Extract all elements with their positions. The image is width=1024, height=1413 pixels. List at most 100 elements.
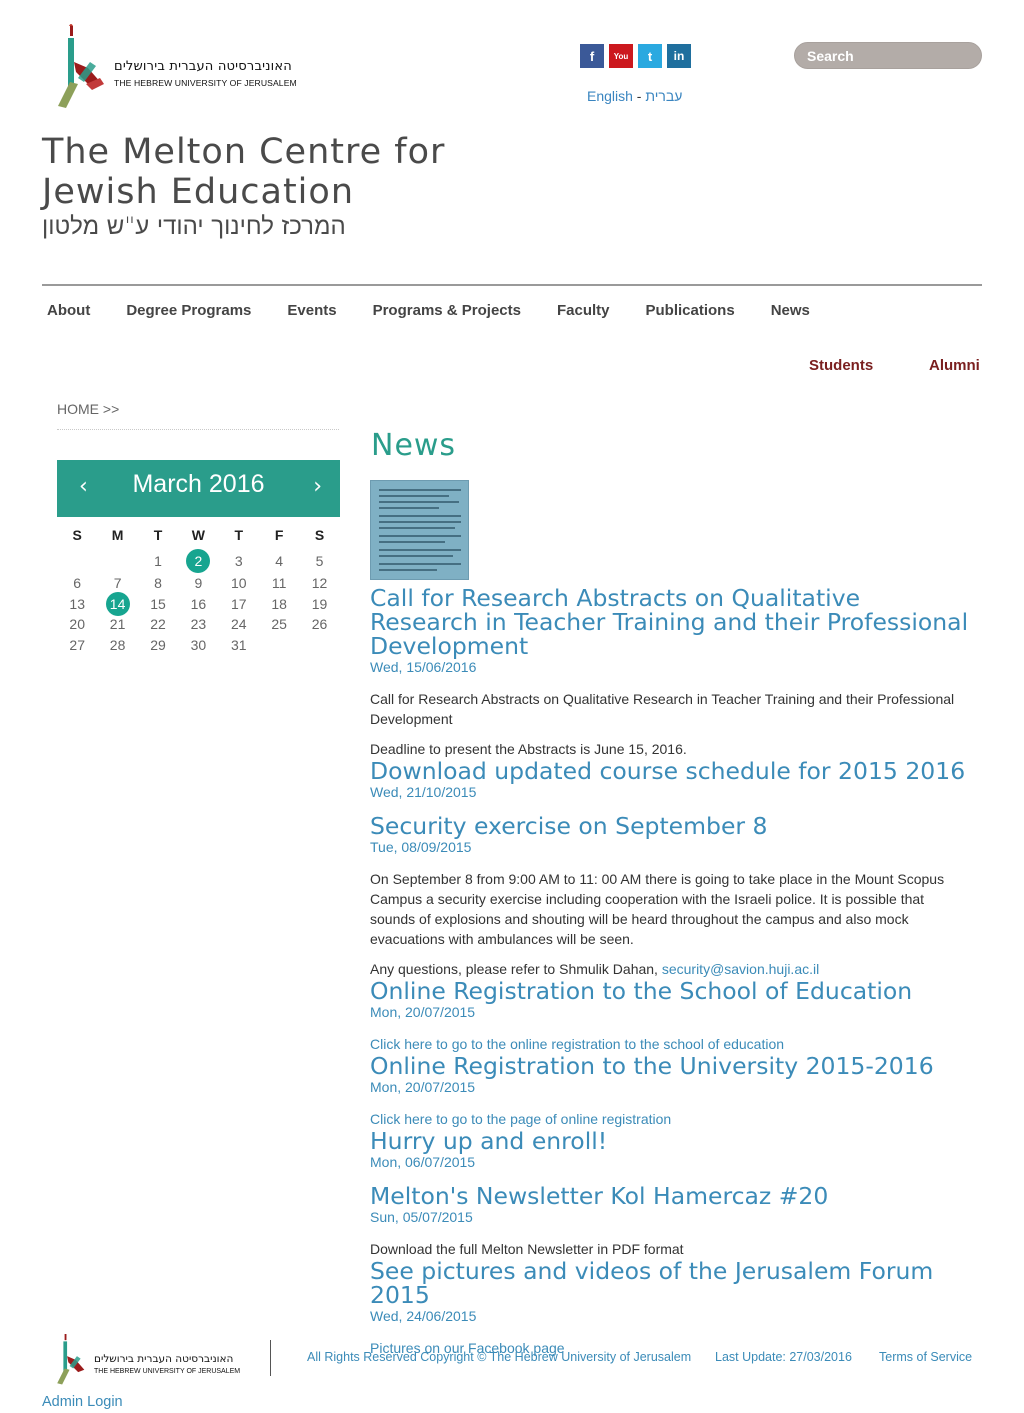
news-item-title[interactable]: Online Registration to the University 20… [370,1054,970,1078]
site-title[interactable]: The Melton Centre for Jewish Education [42,132,445,212]
calendar-day[interactable]: 15 [138,596,178,612]
calendar-day[interactable]: 31 [219,637,259,653]
nav-degree-programs[interactable]: Degree Programs [126,302,251,319]
linkedin-icon[interactable]: in [667,44,691,68]
nav-faculty[interactable]: Faculty [557,302,610,319]
calendar-day-number: 19 [311,595,328,612]
hebrew-university-logo[interactable]: האוניברסיטה העברית בירושלים THE HEBREW U… [56,22,316,108]
youtube-icon[interactable]: You [609,44,633,68]
calendar-day-number: 15 [150,595,166,612]
calendar-day[interactable]: 6 [57,575,97,591]
logo-hebrew-text: האוניברסיטה העברית בירושלים [114,59,292,74]
contact-email-link[interactable]: security@savion.huji.ac.il [662,961,819,977]
news-item-date: Wed, 21/10/2015 [370,784,477,800]
calendar-day[interactable]: 9 [178,575,218,591]
news-list: Call for Research Abstracts on Qualitati… [370,586,970,1358]
calendar-day[interactable]: 16 [178,596,218,612]
news-item-title[interactable]: Security exercise on September 8 [370,814,970,838]
calendar-day[interactable]: 23 [178,616,218,632]
news-item-text: Download the full Melton Newsletter in P… [370,1241,684,1257]
calendar-day[interactable]: 7 [97,575,137,591]
calendar-day-number: 9 [194,574,203,591]
calendar-day[interactable]: 13 [57,596,97,612]
calendar-day[interactable]: 5 [299,553,339,569]
calendar-day-highlighted[interactable]: 14 [97,591,137,616]
calendar-weekday: S [314,527,325,544]
news-item-text: On September 8 from 9:00 AM to 11: 00 AM… [370,871,945,947]
breadcrumb[interactable]: HOME >> [57,401,119,417]
twitter-icon[interactable]: t [638,44,662,68]
calendar-day[interactable]: 20 [57,616,97,632]
nav-publications[interactable]: Publications [646,302,735,319]
calendar-weekday: T [153,527,163,544]
calendar-next-button[interactable]: › [313,474,322,499]
calendar-header: ‹ March 2016 › [57,460,340,517]
calendar-day-number: 14 [105,591,130,616]
news-heading: News [371,428,457,463]
search-input[interactable] [795,43,981,68]
news-item-title[interactable]: Melton's Newsletter Kol Hamercaz #20 [370,1184,970,1208]
news-item-title[interactable]: Hurry up and enroll! [370,1129,970,1153]
news-item-date: Wed, 15/06/2016 [370,659,477,675]
news-item-link[interactable]: Click here to go to the online registrat… [370,1034,970,1054]
calendar-day[interactable]: 27 [57,637,97,653]
footer-university-logo[interactable]: האוניברסיטה העברית בירושלים THE HEBREW U… [56,1328,256,1390]
calendar-day[interactable]: 17 [219,596,259,612]
calendar-day[interactable]: 25 [259,616,299,632]
calendar-weekday-row: SMTWTFS [57,524,340,547]
calendar-day[interactable]: 22 [138,616,178,632]
calendar-day[interactable]: 4 [259,553,299,569]
calendar-day[interactable]: 19 [299,596,339,612]
lang-separator: - [632,88,646,104]
news-item-title[interactable]: Download updated course schedule for 201… [370,759,970,783]
site-title-hebrew: המרכז לחינוך יהודי ע"ש מלטון [42,212,346,240]
calendar-day[interactable]: 10 [219,575,259,591]
lang-english-link[interactable]: English [587,88,633,104]
alumni-link[interactable]: Alumni [929,357,980,374]
calendar-day-number: 23 [190,616,207,633]
calendar-day[interactable]: 21 [97,616,137,632]
news-item-date: Tue, 08/09/2015 [370,839,472,855]
header-divider [42,284,982,286]
news-item-date: Mon, 20/07/2015 [370,1004,476,1020]
calendar-day-number: 8 [154,574,162,591]
calendar-day-number: 29 [150,636,166,653]
news-thumbnail[interactable] [370,480,469,580]
terms-of-service-link[interactable]: Terms of Service [879,1350,972,1364]
news-item-title[interactable]: Call for Research Abstracts on Qualitati… [370,586,970,658]
news-item-date: Mon, 20/07/2015 [370,1079,476,1095]
calendar-day-number: 12 [311,574,328,591]
calendar-day[interactable]: 30 [178,637,218,653]
admin-login-link[interactable]: Admin Login [42,1394,123,1410]
calendar-weekday: M [111,527,124,544]
calendar-week-row: 1 2 3 4 5 [57,548,340,573]
calendar-day[interactable]: 28 [97,637,137,653]
last-update-text: Last Update: 27/03/2016 [715,1350,852,1364]
nav-news[interactable]: News [771,302,810,319]
footer-divider [270,1340,271,1376]
news-item-link[interactable]: Click here to go to the page of online r… [370,1109,970,1129]
calendar-day[interactable]: 11 [259,575,299,591]
calendar-day[interactable]: 26 [299,616,339,632]
facebook-icon[interactable]: f [580,44,604,68]
calendar-day[interactable]: 24 [219,616,259,632]
calendar-day[interactable]: 29 [138,637,178,653]
calendar-day-highlighted[interactable]: 2 [178,548,218,573]
calendar-weekday: W [191,527,205,544]
lang-hebrew-link[interactable]: עברית [645,88,682,104]
news-item-title[interactable]: Online Registration to the School of Edu… [370,979,970,1003]
calendar-day[interactable]: 3 [219,553,259,569]
news-item-title[interactable]: See pictures and videos of the Jerusalem… [370,1259,970,1307]
calendar-day[interactable]: 18 [259,596,299,612]
calendar-day-number: 24 [230,616,247,633]
nav-programs-projects[interactable]: Programs & Projects [373,302,521,319]
calendar-day-number: 3 [234,552,243,569]
calendar-day[interactable]: 8 [138,575,178,591]
nav-about[interactable]: About [47,302,90,319]
copyright-text: All Rights Reserved Copyright © The Hebr… [307,1350,692,1364]
nav-events[interactable]: Events [287,302,336,319]
calendar-day[interactable]: 12 [299,575,339,591]
students-link[interactable]: Students [809,357,873,374]
news-item-contact: Any questions, please refer to Shmulik D… [370,959,970,979]
calendar-day[interactable]: 1 [138,553,178,569]
